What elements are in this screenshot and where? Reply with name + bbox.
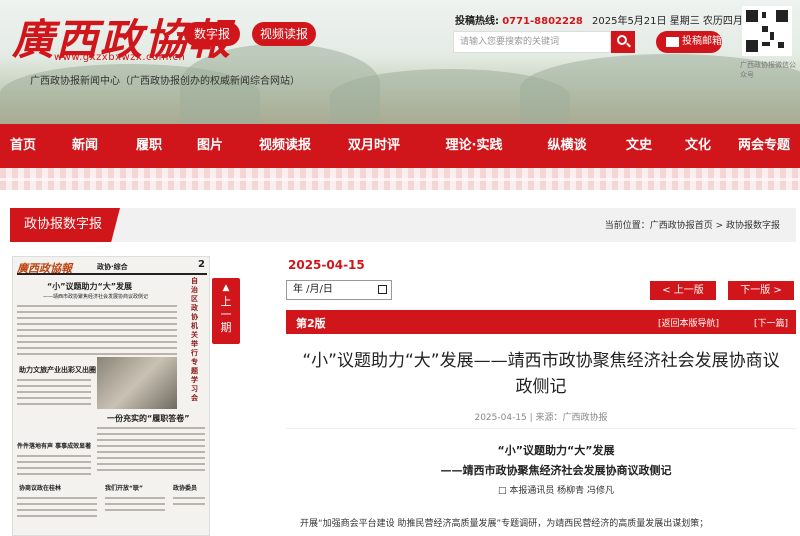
- date-input-value: 年 /月/日: [293, 284, 333, 295]
- site-subtitle: 广西政协报新闻中心（广西政协报创办的权威新闻综合网站）: [30, 76, 300, 87]
- paper-headline-6: 我们开放“联”: [105, 485, 143, 492]
- previous-issue-label: 上一期: [220, 295, 232, 334]
- nav-item-discussion[interactable]: 纵横谈: [524, 124, 610, 168]
- paper-headline-5: 协商议政在桂林: [19, 485, 62, 492]
- back-to-page-nav-link[interactable]: [返回本版导航]: [658, 316, 719, 329]
- issue-date: 2025-04-15: [288, 258, 365, 272]
- previous-edition-button[interactable]: < 上一版: [650, 281, 716, 300]
- paper-headline-3: 一份充实的“履职答卷”: [107, 414, 190, 423]
- submit-email-label: 投稿邮箱: [682, 36, 722, 47]
- paper-page-number: 2: [198, 259, 205, 270]
- section-bar: 政协报数字报 当前位置：广西政协报首页 > 政协报数字报: [10, 208, 796, 242]
- paper-headline-7: 政协委员: [173, 485, 198, 492]
- breadcrumb[interactable]: 当前位置：广西政协报首页 > 政协报数字报: [605, 218, 780, 231]
- paper-section-name: 政协·综合: [97, 263, 128, 271]
- paper-subheadline: ——靖西市政协聚焦经济社会发展协商议政侧记: [43, 294, 149, 300]
- article-title: “小”议题助力“大”发展——靖西市政协聚焦经济社会发展协商议政侧记: [302, 351, 780, 397]
- video-read-button[interactable]: 视频读报: [252, 22, 316, 46]
- nav-item-two-sessions[interactable]: 两会专题: [728, 124, 800, 168]
- calendar-icon[interactable]: [378, 285, 387, 294]
- nav-item-bimonthly[interactable]: 双月时评: [324, 124, 424, 168]
- article-meta: 2025-04-15 | 来源：广西政协报: [474, 413, 608, 423]
- page-bar: 第2版 [返回本版导航] [下一篇]: [286, 310, 796, 334]
- article-subtitle-2: ——靖西市政协聚焦经济社会发展协商议政侧记: [440, 464, 672, 477]
- header-banner: 廣西政協報 www.gxzxbxwzx.com.cn 广西政协报新闻中心（广西政…: [0, 0, 800, 124]
- current-date: 2025年5月21日 星期三 农历四月廿四: [592, 16, 763, 27]
- hotline: 投稿热线: 0771-8802228: [455, 12, 583, 27]
- next-article-link[interactable]: [下一篇]: [754, 316, 788, 329]
- section-tab[interactable]: 政协报数字报: [10, 208, 120, 242]
- digital-paper-button[interactable]: 数字报: [184, 22, 240, 46]
- submit-email-button[interactable]: 投稿邮箱: [656, 31, 722, 53]
- nav-item-photos[interactable]: 图片: [174, 124, 246, 168]
- search-button[interactable]: [611, 31, 635, 53]
- article-byline: □ 本报通讯员 杨柳青 冯修凡: [497, 486, 615, 496]
- mail-icon: [666, 37, 679, 47]
- qr-caption: 广西政协报微信公众号: [740, 61, 796, 79]
- newspaper-page-image[interactable]: 廣西政協報 政协·综合 2 “小”议题助力“大”发展 ——靖西市政协聚焦经济社会…: [12, 256, 210, 536]
- paper-photo: [97, 357, 177, 409]
- paper-headline-2: 助力文旅产业出彩又出圈: [19, 366, 96, 374]
- hotline-label: 投稿热线:: [455, 16, 499, 27]
- previous-issue-button[interactable]: ▲ 上一期: [212, 278, 240, 344]
- divider: [286, 428, 796, 429]
- site-url: www.gxzxbxwzx.com.cn: [54, 52, 186, 63]
- nav-item-theory-practice[interactable]: 理论·实践: [424, 124, 524, 168]
- article-subtitle-1: “小”议题助力“大”发展: [497, 444, 615, 457]
- paper-vertical-headline: 自治区政协机关举行专题学习会: [191, 277, 198, 402]
- next-edition-button[interactable]: 下一版 >: [728, 281, 794, 300]
- main-nav: 首页 新闻 履职 图片 视频读报 双月时评 理论·实践 纵横谈 文史 文化 两会…: [0, 124, 800, 168]
- paper-headline-4: 件件落地有声 事事成效显著: [17, 443, 92, 450]
- up-arrow-icon: ▲: [222, 283, 230, 293]
- nav-item-news[interactable]: 新闻: [46, 124, 124, 168]
- nav-item-duty[interactable]: 履职: [124, 124, 174, 168]
- page-label: 第2版: [296, 317, 326, 330]
- nav-item-culture[interactable]: 文化: [668, 124, 728, 168]
- date-picker-input[interactable]: 年 /月/日: [286, 280, 392, 300]
- paper-headline: “小”议题助力“大”发展: [47, 282, 133, 291]
- nav-item-history[interactable]: 文史: [610, 124, 668, 168]
- search-input[interactable]: 请输入您要搜索的关键词: [453, 31, 611, 53]
- qr-code: [742, 6, 792, 56]
- nav-item-home[interactable]: 首页: [0, 124, 46, 168]
- article-body: 开展“加强商会平台建设 助推民营经济高质量发展”专题调研，为靖西民营经济的高质量…: [300, 519, 709, 529]
- hotline-number: 0771-8802228: [502, 16, 583, 27]
- nav-item-video-read[interactable]: 视频读报: [246, 124, 324, 168]
